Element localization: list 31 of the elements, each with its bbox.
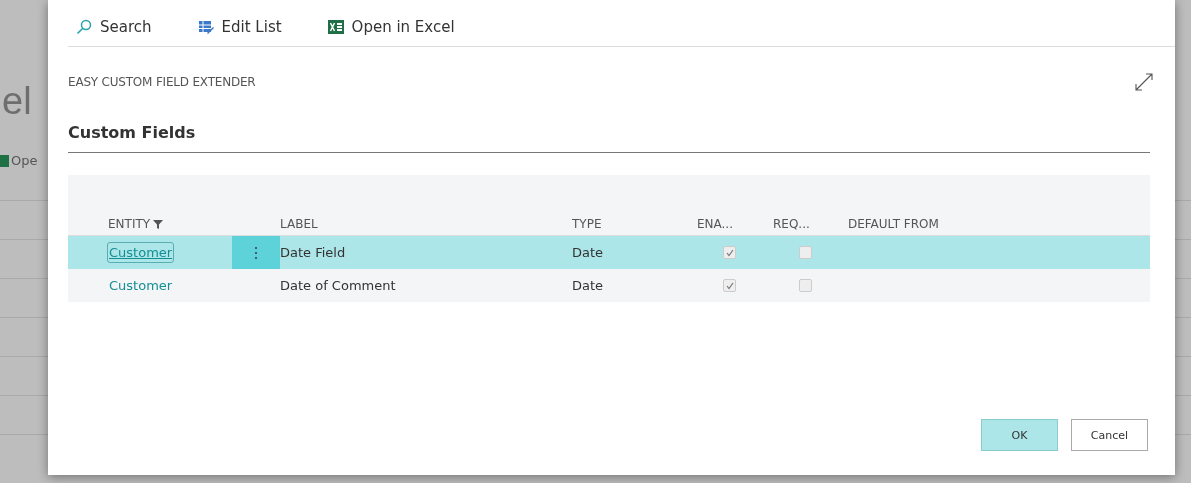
checkbox[interactable] [723, 246, 736, 259]
dialog-caption: EASY CUSTOM FIELD EXTENDER [68, 75, 256, 89]
expand-icon[interactable] [1133, 71, 1155, 93]
table-cell-text: Date of Comment [280, 278, 397, 293]
filter-icon [153, 219, 164, 229]
open-action[interactable]: Ope [11, 153, 38, 168]
ok-button[interactable]: OK [981, 419, 1058, 451]
cancel-button[interactable]: Cancel [1071, 419, 1148, 451]
toolbar-button[interactable]: Open in Excel [327, 18, 455, 36]
more-icon [254, 245, 258, 260]
column-header[interactable]: ENA... [697, 217, 773, 231]
page-title: el [2, 80, 33, 123]
column-header[interactable]: LABEL [280, 217, 572, 231]
column-header[interactable]: TYPE [572, 217, 697, 231]
table-row[interactable]: Customer Date Field Date [68, 236, 1150, 269]
entity-link[interactable]: Customer [108, 276, 174, 295]
edit-list-icon [197, 19, 214, 35]
toolbar-button[interactable]: Edit List [197, 18, 282, 36]
column-header[interactable]: REQ... [773, 217, 848, 231]
column-header[interactable]: ENTITY [108, 217, 232, 231]
toolbar-button[interactable]: Search [76, 18, 152, 36]
search-icon [76, 19, 92, 35]
checkbox[interactable] [723, 279, 736, 292]
table-cell-text: Date Field [280, 245, 347, 260]
column-header[interactable]: DEFAULT FROM [848, 217, 1150, 231]
table-cell-text: Date [572, 245, 605, 260]
table-row[interactable]: Customer Date of Comment Date [68, 269, 1150, 302]
section-title: Custom Fields [68, 123, 1150, 153]
table-cell-text: Date [572, 278, 605, 293]
checkbox[interactable] [799, 246, 812, 259]
checkbox[interactable] [799, 279, 812, 292]
